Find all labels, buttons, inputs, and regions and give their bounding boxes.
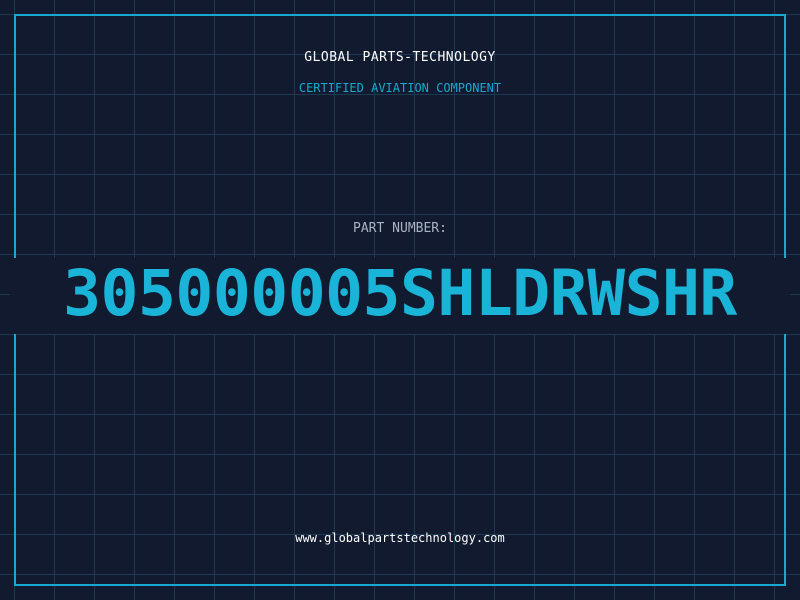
website-url[interactable]: www.globalpartstechnology.com xyxy=(0,531,800,545)
part-number-value: 305000005SHLDRWSHR xyxy=(63,257,737,330)
brand-title: GLOBAL PARTS-TECHNOLOGY xyxy=(304,50,496,65)
part-number-label: PART NUMBER: xyxy=(353,221,447,236)
certificate-canvas: GLOBAL PARTS-TECHNOLOGY CERTIFIED AVIATI… xyxy=(0,0,800,600)
brand-subtitle: CERTIFIED AVIATION COMPONENT xyxy=(298,81,502,95)
